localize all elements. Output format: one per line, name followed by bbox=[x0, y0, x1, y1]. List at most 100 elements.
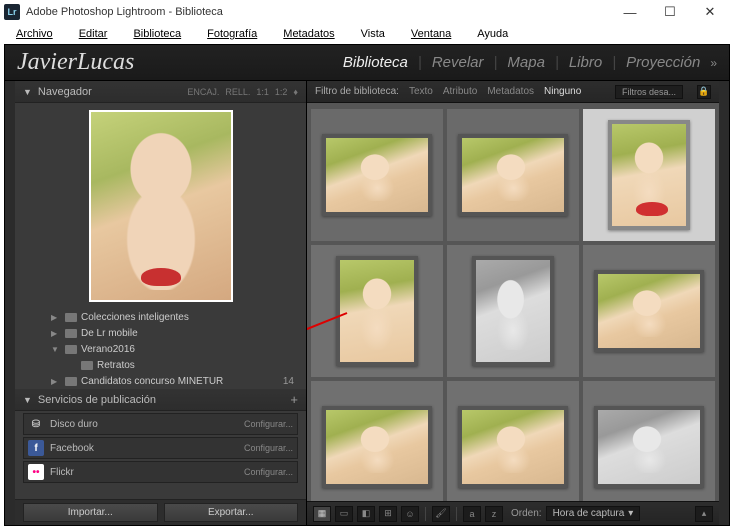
toolbar-menu-icon[interactable]: ▴ bbox=[695, 506, 713, 522]
right-panel-rail[interactable] bbox=[719, 81, 729, 525]
grid-cell[interactable] bbox=[447, 109, 579, 241]
flickr-icon: •• bbox=[28, 464, 44, 480]
library-filter-bar: Filtro de biblioteca: Texto Atributo Met… bbox=[307, 81, 719, 103]
grid-cell[interactable] bbox=[447, 381, 579, 501]
grid-cell[interactable] bbox=[311, 381, 443, 501]
menu-vista[interactable]: Vista bbox=[349, 26, 397, 42]
folder-icon bbox=[65, 377, 77, 386]
collection-row[interactable]: ▶Colecciones inteligentes bbox=[15, 309, 306, 325]
navigator-header[interactable]: ▼ Navegador ENCAJ. RELL. 1:1 1:2 ♦ bbox=[15, 81, 306, 103]
thumbnail bbox=[458, 134, 568, 216]
survey-view-icon[interactable]: ⊞ bbox=[379, 506, 397, 522]
nav-zoom-stepper-icon[interactable]: ♦ bbox=[293, 87, 298, 97]
window-titlebar: Lr Adobe Photoshop Lightroom - Bibliotec… bbox=[0, 0, 734, 24]
window-close-button[interactable]: ✕ bbox=[690, 0, 730, 24]
publish-service-facebook[interactable]: f FacebookConfigurar... bbox=[23, 437, 298, 459]
menu-bar: Archivo Editar Biblioteca Fotografía Met… bbox=[0, 24, 734, 44]
module-mapa[interactable]: Mapa bbox=[507, 54, 545, 71]
sort-asc-icon[interactable]: a bbox=[463, 506, 481, 522]
nav-1-2[interactable]: 1:2 bbox=[275, 87, 288, 97]
menu-biblioteca[interactable]: Biblioteca bbox=[121, 26, 193, 42]
navigator-preview[interactable] bbox=[15, 103, 306, 309]
chevron-down-icon: ▼ bbox=[23, 87, 32, 97]
filter-lock-icon[interactable]: 🔒 bbox=[697, 85, 711, 99]
people-view-icon[interactable]: ☺ bbox=[401, 506, 419, 522]
configure-link[interactable]: Configurar... bbox=[244, 467, 293, 477]
folder-icon bbox=[81, 361, 93, 370]
sort-combo[interactable]: Hora de captura▾ bbox=[546, 506, 641, 521]
module-picker: Biblioteca| Revelar| Mapa| Libro| Proyec… bbox=[343, 54, 717, 71]
thumbnail-grid bbox=[307, 103, 719, 501]
collection-row[interactable]: ▼Verano2016 bbox=[15, 341, 306, 357]
loupe-view-icon[interactable]: ▭ bbox=[335, 506, 353, 522]
publish-service-disk[interactable]: ⛁ Disco duroConfigurar... bbox=[23, 413, 298, 435]
thumbnail bbox=[472, 256, 554, 366]
window-title: Adobe Photoshop Lightroom - Biblioteca bbox=[26, 6, 223, 18]
nav-1-1[interactable]: 1:1 bbox=[256, 87, 269, 97]
smart-collection-icon bbox=[65, 313, 77, 322]
configure-link[interactable]: Configurar... bbox=[244, 443, 293, 453]
grid-toolbar: ▦ ▭ ◧ ⊞ ☺ 🖌 a z Orden: Hora de captura▾ … bbox=[307, 501, 719, 525]
grid-cell[interactable] bbox=[311, 245, 443, 377]
grid-cell[interactable] bbox=[583, 381, 715, 501]
module-biblioteca[interactable]: Biblioteca bbox=[343, 54, 408, 71]
collections-tree: ▶Colecciones inteligentes ▶De Lr mobile … bbox=[15, 309, 306, 389]
identity-brand: JavierLucas bbox=[17, 49, 134, 76]
menu-metadatos[interactable]: Metadatos bbox=[271, 26, 346, 42]
collection-row[interactable]: ▶De Lr mobile bbox=[15, 325, 306, 341]
navigator-title: Navegador bbox=[38, 86, 92, 98]
publish-service-flickr[interactable]: •• FlickrConfigurar... bbox=[23, 461, 298, 483]
grid-view-icon[interactable]: ▦ bbox=[313, 506, 331, 522]
collection-row[interactable]: Retratos bbox=[15, 357, 306, 373]
module-revelar[interactable]: Revelar bbox=[432, 54, 484, 71]
publish-title: Servicios de publicación bbox=[38, 394, 156, 406]
nav-rell[interactable]: RELL. bbox=[225, 87, 250, 97]
sort-label: Orden: bbox=[511, 508, 542, 519]
grid-cell[interactable] bbox=[583, 245, 715, 377]
menu-archivo[interactable]: Archivo bbox=[4, 26, 65, 42]
module-proyeccion[interactable]: Proyección bbox=[626, 54, 700, 71]
folder-icon bbox=[65, 329, 77, 338]
thumbnail bbox=[458, 406, 568, 488]
module-libro[interactable]: Libro bbox=[569, 54, 602, 71]
grid-cell-selected[interactable] bbox=[583, 109, 715, 241]
filter-label: Filtro de biblioteca: bbox=[315, 86, 399, 97]
filter-tab-atributo[interactable]: Atributo bbox=[443, 86, 477, 97]
painter-icon[interactable]: 🖌 bbox=[432, 506, 450, 522]
add-publish-service-button[interactable]: + bbox=[290, 392, 298, 407]
identity-plate: JavierLucas Biblioteca| Revelar| Mapa| L… bbox=[5, 45, 729, 81]
grid-cell[interactable] bbox=[311, 109, 443, 241]
disk-icon: ⛁ bbox=[28, 416, 44, 432]
window-maximize-button[interactable]: ☐ bbox=[650, 0, 690, 24]
left-panel-rail[interactable] bbox=[5, 81, 15, 525]
facebook-icon: f bbox=[28, 440, 44, 456]
window-minimize-button[interactable]: — bbox=[610, 0, 650, 24]
filter-tab-ninguno[interactable]: Ninguno bbox=[544, 86, 581, 97]
filter-tab-metadatos[interactable]: Metadatos bbox=[487, 86, 534, 97]
thumbnail bbox=[322, 406, 432, 488]
export-button[interactable]: Exportar... bbox=[164, 503, 299, 522]
chevron-down-icon: ▾ bbox=[628, 508, 633, 519]
menu-editar[interactable]: Editar bbox=[67, 26, 120, 42]
configure-link[interactable]: Configurar... bbox=[244, 419, 293, 429]
menu-ventana[interactable]: Ventana bbox=[399, 26, 463, 42]
thumbnail bbox=[322, 134, 432, 216]
collection-row[interactable]: ▶Candidatos concurso MINETUR14 bbox=[15, 373, 306, 389]
filter-preset-combo[interactable]: Filtros desa... bbox=[615, 85, 683, 99]
nav-encaj[interactable]: ENCAJ. bbox=[187, 87, 219, 97]
publish-header[interactable]: ▼ Servicios de publicación + bbox=[15, 389, 306, 411]
module-more-icon[interactable]: » bbox=[710, 56, 717, 70]
app-logo-icon: Lr bbox=[4, 4, 20, 20]
folder-icon bbox=[65, 345, 77, 354]
filter-tab-texto[interactable]: Texto bbox=[409, 86, 433, 97]
menu-fotografia[interactable]: Fotografía bbox=[195, 26, 269, 42]
menu-ayuda[interactable]: Ayuda bbox=[465, 26, 520, 42]
thumbnail bbox=[594, 406, 704, 488]
thumbnail bbox=[336, 256, 418, 366]
grid-cell[interactable] bbox=[447, 245, 579, 377]
left-panel: ▼ Navegador ENCAJ. RELL. 1:1 1:2 ♦ ▶Cole… bbox=[15, 81, 307, 525]
thumbnail bbox=[594, 270, 704, 352]
sort-desc-icon[interactable]: z bbox=[485, 506, 503, 522]
compare-view-icon[interactable]: ◧ bbox=[357, 506, 375, 522]
import-button[interactable]: Importar... bbox=[23, 503, 158, 522]
